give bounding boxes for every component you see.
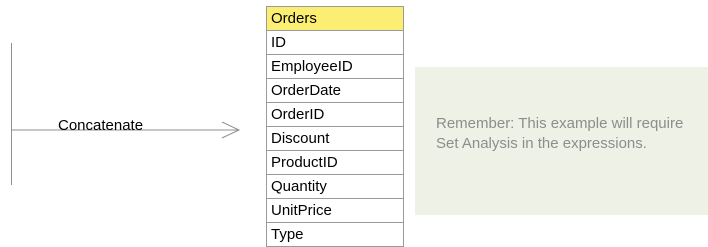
- table-field-productid: ProductID: [267, 151, 403, 175]
- table-header: Orders: [267, 7, 403, 31]
- orders-table: Orders ID EmployeeID OrderDate OrderID D…: [266, 6, 404, 247]
- note-text: Remember: This example will require Set …: [436, 115, 684, 152]
- table-field-id: ID: [267, 31, 403, 55]
- table-field-orderdate: OrderDate: [267, 79, 403, 103]
- table-field-orderid: OrderID: [267, 103, 403, 127]
- table-field-quantity: Quantity: [267, 175, 403, 199]
- table-field-unitprice: UnitPrice: [267, 199, 403, 223]
- table-field-discount: Discount: [267, 127, 403, 151]
- table-field-employeeid: EmployeeID: [267, 55, 403, 79]
- table-field-type: Type: [271, 226, 304, 243]
- bracket-line: [11, 43, 12, 185]
- concatenate-label: Concatenate: [58, 117, 144, 134]
- note-box: Remember: This example will require Set …: [415, 67, 708, 215]
